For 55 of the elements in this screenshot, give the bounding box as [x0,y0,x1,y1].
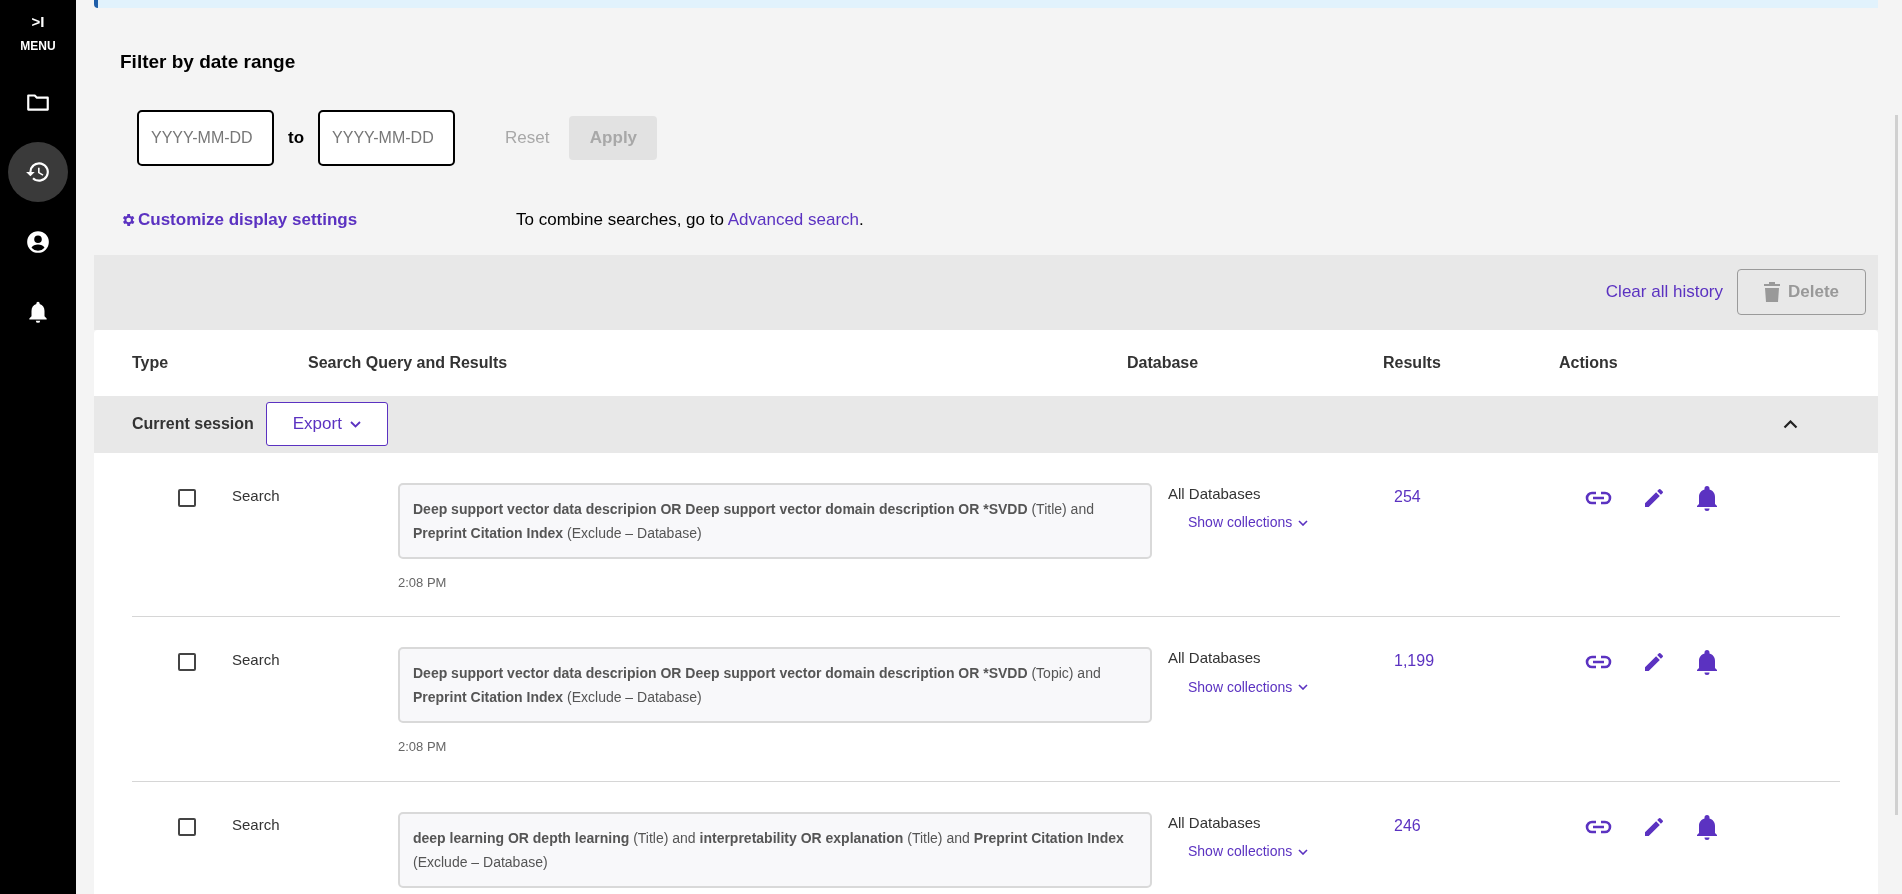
customize-settings-link[interactable]: Customize display settings [120,206,516,233]
history-icon [25,159,51,185]
sidebar-button[interactable] [8,142,68,202]
caret-icon [349,420,361,428]
timestamp: 2:08 PM [398,738,448,756]
search-type-label: Search [232,650,281,670]
caret-icon [1298,684,1309,690]
column-header: Actions [1559,352,1619,373]
bell-icon[interactable] [1696,649,1718,675]
query-box: Deep support vector data descripion OR Deep support vector domain description OR *SVDD (Title) and Preprint Citation Index (Exclude – Database) [398,482,1152,559]
caret-icon [1298,848,1309,855]
link-icon[interactable] [1585,819,1612,834]
search-type-label: Search [232,485,281,506]
timestamp: 2:08 PM [398,573,448,592]
export-button[interactable]: Export [265,402,388,446]
trash-icon [1764,282,1780,302]
results-count-link[interactable]: 1,199 [1394,647,1585,673]
caret-icon [1298,519,1309,526]
show-collections-link[interactable]: Show collections [1188,841,1309,862]
show-collections-link[interactable]: Show collections [1188,512,1309,533]
bell-icon[interactable] [1696,813,1718,840]
pencil-icon[interactable] [1642,650,1666,674]
column-header: Database [1127,352,1200,373]
gear-icon [120,211,136,228]
link-icon[interactable] [1585,490,1612,505]
results-count-link[interactable]: 254 [1394,482,1585,509]
scrollbar[interactable] [1895,115,1898,815]
column-header: Search Query and Results [308,352,509,373]
search-type-label: Search [232,814,281,835]
checkbox[interactable] [178,653,196,671]
menu-toggle-button[interactable]: >I [31,14,45,29]
account-icon [25,229,51,255]
chevron-icon [1782,419,1798,429]
link-icon[interactable] [1585,655,1612,669]
database-name: All Databases [1168,483,1262,504]
column-header: Type [132,352,170,373]
database-name: All Databases [1168,648,1262,668]
clear-history-link[interactable]: Clear all history [1605,279,1723,305]
checkbox[interactable] [178,817,196,836]
show-collections-link[interactable]: Show collections [1188,676,1309,698]
range-separator: to [288,126,305,149]
checkbox[interactable] [178,488,196,507]
query-box: Deep support vector data descripion OR Deep support vector domain description OR *SVDD (Topic) and Preprint Citation Index (Exclude – Database) [398,647,1152,723]
bell-icon[interactable] [1696,484,1718,511]
column-header: Results [1383,352,1442,373]
advanced-search-link[interactable]: Advanced search [727,209,860,229]
menu-label: MENU [20,38,56,55]
results-count-link[interactable]: 246 [1394,811,1585,838]
date-field[interactable]: YYYY-MM-DD [318,109,456,166]
database-name: All Databases [1168,812,1262,833]
session-label: Current session [132,414,254,434]
date-field[interactable]: YYYY-MM-DD [137,109,274,166]
section-title: Filter by date range [120,50,297,74]
combine-note: To combine searches, go to Advanced search. [516,208,864,231]
query-box: deep learning OR depth learning (Title) and interpretability OR explanation (Title) and Preprint Citation Index (Exclude – Database) [398,811,1152,888]
